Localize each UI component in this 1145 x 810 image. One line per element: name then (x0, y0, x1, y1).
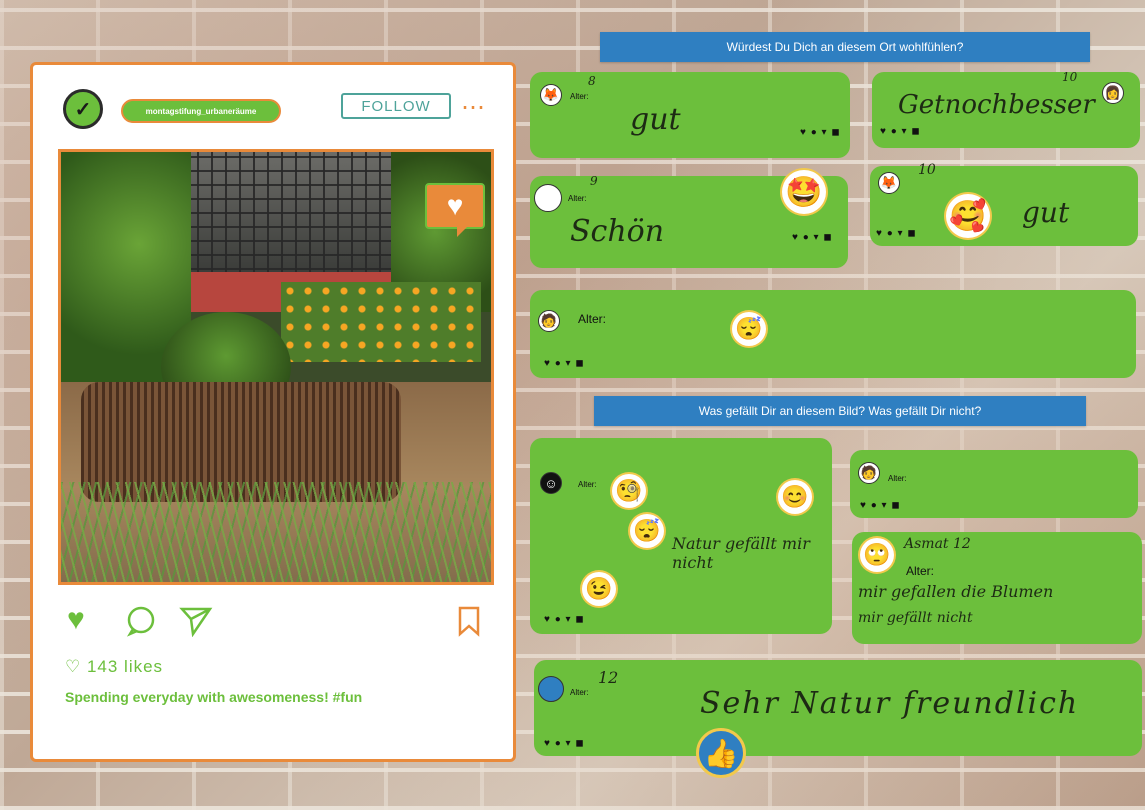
monocle-emoji-icon: 🧐 (612, 474, 646, 508)
follow-button[interactable]: FOLLOW (341, 93, 451, 119)
likes-count: ♡ 143 likes (65, 657, 164, 676)
comment-bubble-4: 🦊 10 🥰 gut ♥ ● ▾ ◼ (870, 162, 1138, 246)
comment-text: Natur gefällt mir nicht (672, 534, 810, 572)
thumbs-up-icon: 👍 (696, 728, 746, 778)
comment-bubble-9: Alter: 12 Sehr Natur freundlich ♥ ● ▾ ◼ (534, 660, 1142, 756)
comment-text: Schön (570, 214, 665, 249)
comment-text: gut (1022, 196, 1070, 229)
reaction-icons[interactable]: ♥ ● ▾ ◼ (792, 232, 833, 243)
wink-emoji-icon: 😉 (582, 572, 616, 606)
smile-emoji-icon: 😊 (778, 480, 812, 514)
star-struck-emoji-icon: 🤩 (782, 170, 826, 214)
comment-bubble-5: 🧑 Alter: 😴 ♥ ● ▾ ◼ (530, 290, 1136, 378)
comment-bubble-1: 🦊 Alter: 8 gut ♥ ● ▾ ◼ (530, 72, 850, 158)
comment-text-1: mir gefallen die Blumen (858, 582, 1054, 601)
like-notification-heart-icon: ♥ (425, 183, 485, 237)
photo-grass (61, 482, 491, 582)
question-banner-2: Was gefällt Dir an diesem Bild? Was gefä… (594, 396, 1086, 426)
comment-text: Getnochbesser (898, 90, 1095, 120)
blue-avatar-icon (538, 676, 564, 702)
comment-text-2: mir gefällt nicht (858, 610, 973, 626)
comment-bubble-2: 👩 10 Getnochbesser ♥ ● ▾ ◼ (872, 70, 1140, 148)
rolling-eyes-emoji-icon: 🙄 (860, 538, 894, 572)
age-value: 10 (918, 162, 936, 178)
post-caption: Spending everyday with awesomeness! #fun (65, 689, 363, 705)
age-label: Alter: (578, 480, 597, 489)
question-banner-1: Würdest Du Dich an diesem Ort wohlfühlen… (600, 32, 1090, 62)
age-value: 10 (1062, 70, 1078, 84)
reaction-icons[interactable]: ♥ ● ▾ ◼ (860, 500, 901, 511)
fox-avatar-icon: 🦊 (540, 84, 562, 106)
comment-text: Sehr Natur freundlich (700, 686, 1080, 721)
age-label: Alter: (888, 474, 907, 483)
profile-avatar[interactable]: ✓ (63, 89, 103, 129)
like-heart-icon[interactable]: ♥ (67, 605, 85, 635)
profile-handle[interactable]: montagstifung_urbaneräume (121, 99, 281, 123)
sleepy-emoji-icon: 😴 (630, 514, 664, 548)
comment-text: gut (630, 102, 681, 137)
reaction-icons[interactable]: ♥ ● ▾ ◼ (876, 228, 917, 239)
share-send-icon[interactable] (179, 605, 213, 643)
person-avatar-icon: 🧑 (538, 310, 560, 332)
comment-bubble-7: 🧑 Alter: ♥ ● ▾ ◼ (850, 450, 1138, 518)
reaction-icons[interactable]: ♥ ● ▾ ◼ (544, 738, 585, 749)
reaction-icons[interactable]: ♥ ● ▾ ◼ (544, 614, 585, 625)
age-label: Alter: (578, 312, 607, 326)
fox-avatar-icon: 🦊 (878, 172, 900, 194)
comment-bubble-8: 🙄 Asmat 12 Alter: mir gefallen die Blume… (852, 532, 1142, 644)
comment-bubble-3: Alter: 9 Schön 🤩 ♥ ● ▾ ◼ (530, 170, 848, 268)
age-value: 8 (588, 74, 596, 88)
comment-bubble-6: ☺ Alter: 🧐 😴 😊 😉 Natur gefällt mir nicht… (530, 438, 832, 634)
age-label: Alter: (568, 194, 587, 203)
more-options-icon[interactable]: ⋯ (461, 93, 486, 122)
sleepy-emoji-icon: 😴 (732, 312, 766, 346)
smiling-hearts-emoji-icon: 🥰 (946, 194, 990, 238)
photo-flowers (281, 282, 481, 362)
age-value: 12 (598, 668, 619, 687)
reaction-icons[interactable]: ♥ ● ▾ ◼ (800, 127, 841, 138)
age-value: 9 (590, 174, 598, 188)
reaction-icons[interactable]: ♥ ● ▾ ◼ (544, 358, 585, 369)
commenter-name: Asmat 12 (904, 536, 971, 552)
blank-avatar-icon (534, 184, 562, 212)
post-card: ✓ montagstifung_urbaneräume FOLLOW ⋯ ♥ ♥… (30, 62, 516, 762)
bookmark-icon[interactable] (457, 605, 481, 643)
comment-icon[interactable] (125, 605, 157, 643)
age-label: Alter: (570, 92, 589, 101)
person-avatar-icon: 🧑 (858, 462, 880, 484)
reaction-icons[interactable]: ♥ ● ▾ ◼ (880, 126, 921, 137)
age-label: Alter: (906, 564, 935, 578)
smiley-avatar-icon: ☺ (540, 472, 562, 494)
person-avatar-icon: 👩 (1102, 82, 1124, 104)
age-label: Alter: (570, 688, 589, 697)
